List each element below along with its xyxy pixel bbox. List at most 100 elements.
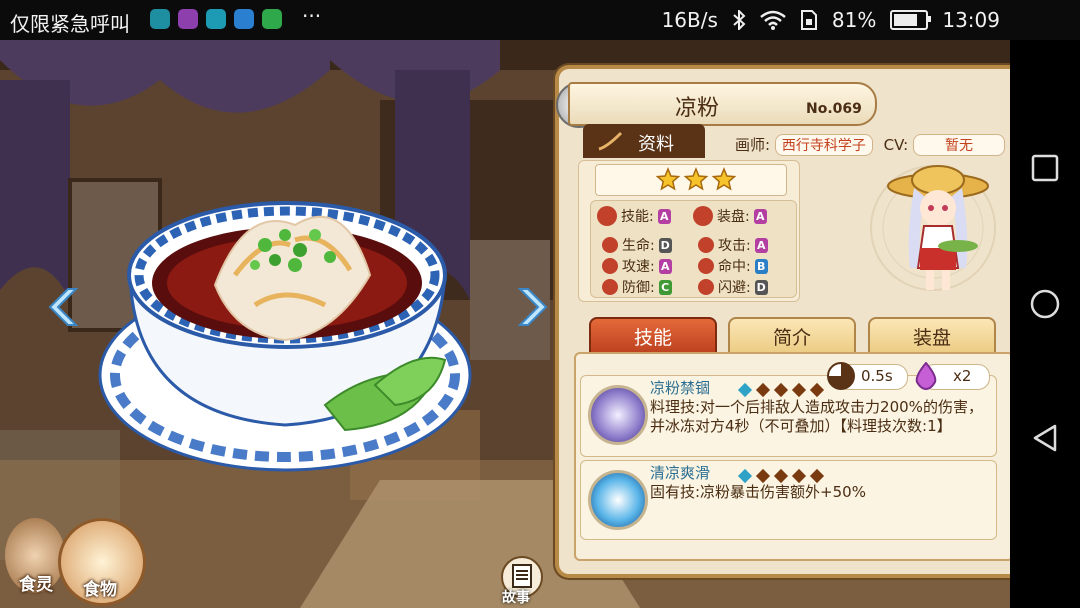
stat-evasion: 闪避: D (698, 277, 768, 297)
cooldown-value: 0.5s (861, 367, 893, 385)
home-button[interactable] (1029, 288, 1061, 320)
star-rating (595, 164, 787, 196)
stat-skill: 技能: A (597, 206, 671, 226)
story-label: 故事 (502, 590, 530, 606)
ice-spike-icon (588, 385, 648, 445)
plating-stat-icon (693, 206, 713, 226)
star-icon (683, 167, 709, 191)
gallery-app-icon (178, 9, 198, 29)
cv-label: CV: (883, 136, 909, 154)
tab-info-label: 资料 (638, 134, 674, 155)
stat-attack-speed: 攻速: A (602, 256, 672, 276)
artist-name: 西行寺科学子 (774, 134, 873, 156)
attack-icon (698, 237, 714, 253)
stat-plating-grade: A (753, 208, 767, 224)
diamond-icon (773, 382, 789, 398)
skill-2-name: 清凉爽滑 (650, 464, 711, 482)
tab-intro-label: 简介 (772, 327, 811, 349)
skill-stat-icon (597, 206, 617, 226)
stat-plating-label: 装盘: (717, 209, 750, 225)
stat-defense: 防御: C (602, 277, 672, 297)
cv-value: 暂无 (912, 134, 1005, 156)
credits-line: 画师: 西行寺科学子 CV: 暂无 (735, 134, 1005, 156)
star-icon (655, 167, 681, 191)
skill-1-name: 凉粉禁锢 (650, 379, 711, 397)
lightning-icon (602, 258, 618, 274)
diamond-icon (791, 382, 807, 398)
prev-arrow[interactable] (46, 285, 80, 329)
diamond-icon (809, 382, 825, 398)
brush-icon (598, 131, 623, 151)
stat-hp-grade: D (658, 237, 672, 253)
android-nav-bar (1010, 40, 1080, 608)
battery-percent: 81% (831, 8, 877, 32)
food-tab-button[interactable]: 食物 (58, 518, 146, 606)
spirit-label: 食灵 (19, 575, 53, 595)
stat-evasion-grade: D (754, 279, 768, 295)
back-button[interactable] (1029, 422, 1061, 454)
stat-attack: 攻击: A (698, 235, 768, 255)
spirit-button[interactable]: 食灵 (5, 518, 65, 595)
food-label: 食物 (83, 580, 117, 600)
diamond-icon (755, 382, 771, 398)
tab-skill-label: 技能 (633, 327, 672, 349)
stat-accuracy: 命中: B (698, 256, 768, 276)
stat-hp: 生命: D (602, 235, 672, 255)
clock-icon (827, 362, 855, 390)
food-illustration (98, 201, 472, 472)
battery-icon (890, 10, 932, 30)
recents-button[interactable] (1029, 152, 1061, 184)
crosshair-icon (698, 258, 714, 274)
moon-app-icon (150, 9, 170, 29)
carrier-text: 仅限紧急呼叫 (10, 12, 130, 36)
stat-defense-label: 防御: (622, 280, 655, 296)
skill-2-description: 固有技:凉粉暴击伤害额外+50% (650, 483, 866, 501)
diamond-icon (737, 382, 753, 398)
cooldown-chip: 0.5s (827, 362, 908, 390)
heart-icon (602, 237, 618, 253)
stat-evasion-label: 闪避: (718, 280, 751, 296)
stat-attack-grade: A (754, 237, 768, 253)
story-button[interactable]: 故事 (500, 555, 548, 606)
stat-attack-label: 攻击: (718, 238, 751, 254)
stat-attack-speed-label: 攻速: (622, 259, 655, 275)
store-app-icon (234, 9, 254, 29)
grid-app-icon (262, 9, 282, 29)
network-speed: 16B/s (661, 8, 718, 32)
stat-skill-grade: A (657, 208, 671, 224)
overflow-icon: ··· (302, 4, 322, 28)
diamond-icon (755, 468, 771, 484)
star-icon (711, 167, 737, 191)
diamond-icon (773, 468, 789, 484)
star-rating-stars (655, 167, 737, 191)
tab-info[interactable]: 资料 (583, 124, 705, 158)
diamond-icon (809, 468, 825, 484)
food-name: 凉粉 (675, 96, 720, 121)
stat-plating: 装盘: A (693, 206, 767, 226)
stat-accuracy-grade: B (754, 258, 768, 274)
bluetooth-icon (733, 10, 746, 30)
character-chibi (870, 165, 996, 291)
shield-app-icon (206, 9, 226, 29)
stat-accuracy-label: 命中: (718, 259, 751, 275)
food-number: No.069 (806, 101, 862, 117)
wifi-icon (760, 10, 786, 30)
stat-attack-speed-grade: A (658, 258, 672, 274)
energy-drop-icon (915, 362, 937, 390)
status-bar: 仅限紧急呼叫 ··· 16B/s 81% 13:09 (0, 0, 1080, 40)
skill-1-diamonds (737, 380, 830, 399)
artist-label: 画师: (735, 136, 771, 154)
next-arrow[interactable] (516, 285, 550, 329)
energy-chip: x2 (915, 362, 990, 390)
clock: 13:09 (942, 8, 1000, 32)
notification-icons (150, 9, 282, 29)
title-bar: 凉粉 No.069 (568, 82, 877, 126)
diamond-icon (737, 468, 753, 484)
shield-stat-icon (602, 279, 618, 295)
evasion-icon (698, 279, 714, 295)
stat-skill-label: 技能: (621, 209, 654, 225)
stat-defense-grade: C (658, 279, 672, 295)
sim-icon (800, 10, 817, 30)
stat-hp-label: 生命: (622, 238, 655, 254)
crystal-icon (588, 470, 648, 530)
